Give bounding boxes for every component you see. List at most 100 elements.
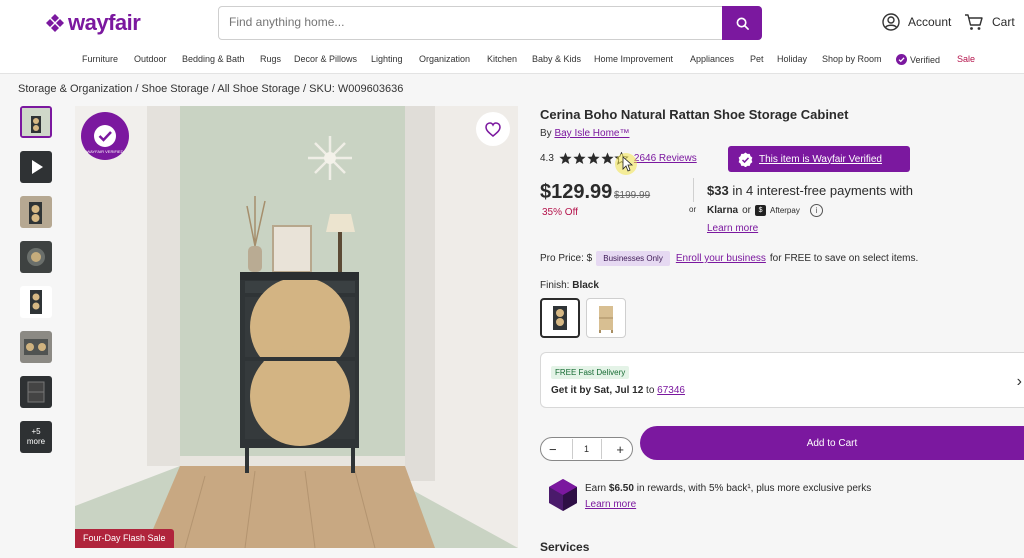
nav-item-shop-by-room[interactable]: Shop by Room	[822, 54, 882, 64]
flash-sale-badge: Four-Day Flash Sale	[75, 529, 174, 548]
nav-item-decor-pillows[interactable]: Decor & Pillows	[294, 54, 357, 64]
finish-value: Black	[572, 280, 599, 291]
original-price: $199.99	[614, 190, 651, 201]
breadcrumb-sku: SKU: W009603636	[309, 83, 404, 95]
free-delivery-tag: FREE Fast Delivery	[551, 366, 630, 379]
product-byline: By Bay Isle Home™	[540, 128, 629, 139]
nav-item-home-improvement[interactable]: Home Improvement	[594, 54, 673, 64]
rewards-amount: $6.50	[608, 483, 634, 494]
delivery-estimate: Get it by Sat, Jul 12 to 67346	[551, 385, 685, 396]
nav-item-organization[interactable]: Organization	[419, 54, 470, 64]
nav-item-appliances[interactable]: Appliances	[690, 54, 734, 64]
swatch-image	[553, 306, 567, 330]
brand-link[interactable]: Bay Isle Home™	[554, 128, 629, 139]
favorite-button[interactable]	[476, 112, 510, 146]
finish-swatch-black[interactable]	[540, 298, 580, 338]
learn-more-payments-link[interactable]: Learn more	[707, 223, 758, 234]
thumbnail-6[interactable]	[20, 331, 52, 363]
price-divider	[693, 178, 694, 202]
account-label: Account	[908, 15, 952, 29]
account-icon	[882, 13, 900, 31]
verified-seal-text: WAYFAIR VERIFIED	[86, 149, 124, 154]
thumbnail-7[interactable]	[20, 376, 52, 408]
installment-amount: $33	[707, 183, 729, 198]
breadcrumb-separator: /	[303, 83, 307, 95]
rewards-text: Earn $6.50 in rewards, with 5% back¹, pl…	[585, 483, 871, 494]
rating-value: 4.3	[540, 153, 554, 164]
site-header: wayfair Account Cart	[0, 0, 1024, 46]
afterpay-logo: Afterpay	[770, 206, 800, 215]
learn-more-rewards-link[interactable]: Learn more	[585, 499, 636, 510]
payment-or: or	[742, 205, 752, 216]
play-icon	[32, 160, 43, 174]
finish-label: Finish:	[540, 280, 570, 291]
nav-item-lighting[interactable]: Lighting	[371, 54, 403, 64]
verified-badge-label: This item is Wayfair Verified	[759, 153, 882, 165]
nav-item-furniture[interactable]: Furniture	[82, 54, 118, 64]
klarna-logo: Klarna	[707, 205, 739, 216]
breadcrumb-item-shoe-storage[interactable]: Shoe Storage	[142, 83, 209, 95]
breadcrumb-separator: /	[135, 83, 139, 95]
rewards-cube-icon	[549, 479, 577, 511]
nav-item-kitchen[interactable]: Kitchen	[487, 54, 517, 64]
nav-item-holiday[interactable]: Holiday	[777, 54, 807, 64]
thumbnail-more[interactable]: +5 more	[20, 421, 52, 453]
afterpay-icon: $	[755, 205, 767, 216]
thumbnail-4[interactable]	[20, 241, 52, 273]
nav-item-verified[interactable]: Verified	[896, 54, 940, 65]
account-button[interactable]: Account	[882, 13, 951, 31]
businesses-only-tag: Businesses Only	[596, 251, 670, 266]
delivery-date: Get it by Sat, Jul 12	[551, 385, 644, 396]
nav-item-verified-label: Verified	[910, 54, 941, 65]
enroll-business-link[interactable]: Enroll your business	[676, 253, 766, 264]
thumbnail-video[interactable]	[20, 151, 52, 183]
thumbnail-3[interactable]	[20, 196, 52, 228]
current-price: $129.99	[540, 181, 613, 203]
increase-qty-button[interactable]: +	[616, 442, 624, 457]
wayfair-verified-badge[interactable]: This item is Wayfair Verified	[728, 146, 910, 172]
thumbnail-image	[29, 202, 42, 224]
or-label: or	[689, 205, 697, 214]
verified-badge-icon	[896, 54, 907, 65]
logo-text: wayfair	[68, 10, 141, 35]
thumbnail-image	[30, 290, 42, 314]
rewards-prefix: Earn	[585, 483, 607, 494]
delivery-card[interactable]: FREE Fast Delivery Get it by Sat, Jul 12…	[540, 352, 1024, 408]
nav-item-bedding-bath[interactable]: Bedding & Bath	[182, 54, 245, 64]
thumbnail-1[interactable]	[20, 106, 52, 138]
nav-item-rugs[interactable]: Rugs	[260, 54, 281, 64]
breadcrumb-separator: /	[211, 83, 215, 95]
quantity-stepper: − 1 +	[540, 437, 633, 461]
add-to-cart-button[interactable]: Add to Cart	[640, 426, 1024, 460]
nav-item-pet[interactable]: Pet	[750, 54, 764, 64]
thumbnail-image	[22, 108, 50, 136]
installment-text: in 4 interest-free payments with	[732, 183, 913, 198]
pro-price-label: Pro Price: $	[540, 253, 593, 264]
product-photo	[75, 106, 518, 548]
thumbnail-5[interactable]	[20, 286, 52, 318]
more-images-label: +5 more	[26, 427, 46, 446]
cart-button[interactable]: Cart	[964, 13, 1015, 31]
zip-code-link[interactable]: 67346	[657, 385, 685, 396]
thumbnail-image	[24, 339, 48, 355]
nav-item-outdoor[interactable]: Outdoor	[134, 54, 167, 64]
search-input[interactable]	[229, 15, 719, 29]
search-button[interactable]	[722, 6, 762, 40]
breadcrumb-item-storage-organization[interactable]: Storage & Organization	[18, 83, 132, 95]
installment-info: $33 in 4 interest-free payments with	[707, 183, 913, 198]
decrease-qty-button[interactable]: −	[549, 442, 557, 457]
nav-item-sale[interactable]: Sale	[957, 54, 975, 64]
finish-swatch-natural[interactable]	[586, 298, 626, 338]
thumbnail-image	[27, 381, 45, 403]
reviews-link[interactable]: 2646 Reviews	[634, 153, 697, 164]
wayfair-logo[interactable]: wayfair	[46, 10, 141, 36]
swatch-image	[599, 306, 613, 333]
quantity-value[interactable]: 1	[571, 439, 602, 459]
wayfair-logo-icon	[46, 14, 64, 32]
product-main-image[interactable]: WAYFAIR VERIFIED	[75, 106, 518, 548]
breadcrumb-item-all-shoe-storage[interactable]: All Shoe Storage	[217, 83, 300, 95]
search-bar	[218, 6, 762, 40]
nav-item-baby-kids[interactable]: Baby & Kids	[532, 54, 581, 64]
cart-label: Cart	[992, 15, 1015, 29]
info-icon[interactable]: i	[809, 204, 823, 217]
